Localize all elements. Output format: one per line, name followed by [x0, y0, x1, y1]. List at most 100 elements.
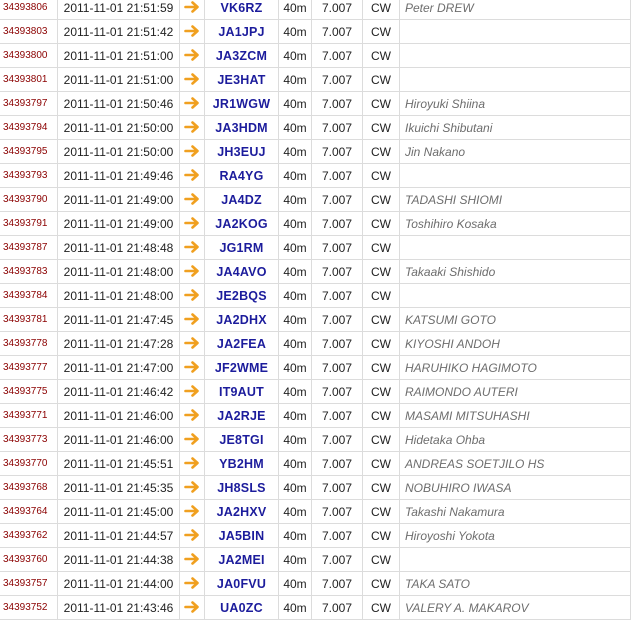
callsign-link[interactable]: JA2RJE [204, 403, 279, 428]
spot-id-link[interactable]: 34393794 [0, 115, 58, 140]
arrow-right-icon[interactable] [179, 67, 205, 92]
callsign-link[interactable]: JA2MEI [204, 547, 279, 572]
spot-id-link[interactable]: 34393783 [0, 259, 58, 284]
arrow-right-icon[interactable] [179, 331, 205, 356]
spot-id-link[interactable]: 34393795 [0, 139, 58, 164]
callsign-link[interactable]: YB2HM [204, 451, 279, 476]
table-row: 34393757 2011-11-01 21:44:00 JA0FVU 40m … [0, 571, 631, 596]
callsign-link[interactable]: JH8SLS [204, 475, 279, 500]
spot-id-link[interactable]: 34393768 [0, 475, 58, 500]
callsign-link[interactable]: JA1JPJ [204, 19, 279, 44]
spot-id-link[interactable]: 34393773 [0, 427, 58, 452]
callsign-link[interactable]: JA2DHX [204, 307, 279, 332]
spot-id-link[interactable]: 34393801 [0, 67, 58, 92]
spot-id-link[interactable]: 34393787 [0, 235, 58, 260]
arrow-right-icon[interactable] [179, 283, 205, 308]
callsign-link[interactable]: RA4YG [204, 163, 279, 188]
spot-id-link[interactable]: 34393752 [0, 595, 58, 620]
arrow-right-icon[interactable] [179, 19, 205, 44]
mode: CW [362, 163, 400, 188]
arrow-right-icon[interactable] [179, 115, 205, 140]
spot-id-link[interactable]: 34393778 [0, 331, 58, 356]
callsign-link[interactable]: JR1WGW [204, 91, 279, 116]
spot-id-link[interactable]: 34393760 [0, 547, 58, 572]
spot-id-link[interactable]: 34393793 [0, 163, 58, 188]
arrow-right-icon[interactable] [179, 547, 205, 572]
callsign-link[interactable]: JA2KOG [204, 211, 279, 236]
band: 40m [278, 523, 312, 548]
arrow-right-icon[interactable] [179, 571, 205, 596]
callsign-link[interactable]: JA4DZ [204, 187, 279, 212]
arrow-right-icon [184, 577, 199, 590]
arrow-right-icon [184, 193, 199, 206]
callsign-link[interactable]: JF2WME [204, 355, 279, 380]
callsign-link[interactable]: UA0ZC [204, 595, 279, 620]
spot-id-link[interactable]: 34393757 [0, 571, 58, 596]
arrow-right-icon[interactable] [179, 91, 205, 116]
arrow-right-icon[interactable] [179, 0, 205, 20]
callsign-link[interactable]: VK6RZ [204, 0, 279, 20]
arrow-right-icon[interactable] [179, 379, 205, 404]
callsign-link[interactable]: JA2FEA [204, 331, 279, 356]
spot-id-link[interactable]: 34393790 [0, 187, 58, 212]
spot-id-link[interactable]: 34393784 [0, 283, 58, 308]
mode: CW [362, 547, 400, 572]
frequency: 7.007 [311, 547, 363, 572]
spot-id-link[interactable]: 34393764 [0, 499, 58, 524]
callsign-link[interactable]: JE3HAT [204, 67, 279, 92]
spot-id-link[interactable]: 34393800 [0, 43, 58, 68]
callsign-link[interactable]: JA3ZCM [204, 43, 279, 68]
spot-id-link[interactable]: 34393762 [0, 523, 58, 548]
table-row: 34393764 2011-11-01 21:45:00 JA2HXV 40m … [0, 499, 631, 524]
callsign-link[interactable]: JG1RM [204, 235, 279, 260]
arrow-right-icon [184, 265, 199, 278]
band: 40m [278, 139, 312, 164]
spot-id-link[interactable]: 34393770 [0, 451, 58, 476]
arrow-right-icon[interactable] [179, 211, 205, 236]
arrow-right-icon[interactable] [179, 355, 205, 380]
table-row: 34393773 2011-11-01 21:46:00 JE8TGI 40m … [0, 427, 631, 452]
arrow-right-icon[interactable] [179, 403, 205, 428]
arrow-right-icon[interactable] [179, 307, 205, 332]
arrow-right-icon[interactable] [179, 451, 205, 476]
arrow-right-icon[interactable] [179, 187, 205, 212]
spot-id-link[interactable]: 34393791 [0, 211, 58, 236]
arrow-right-icon[interactable] [179, 139, 205, 164]
callsign-link[interactable]: JA3HDM [204, 115, 279, 140]
callsign-link[interactable]: IT9AUT [204, 379, 279, 404]
arrow-right-icon[interactable] [179, 427, 205, 452]
callsign-link[interactable]: JE2BQS [204, 283, 279, 308]
arrow-right-icon[interactable] [179, 43, 205, 68]
arrow-right-icon[interactable] [179, 235, 205, 260]
spot-time: 2011-11-01 21:49:00 [57, 187, 180, 212]
callsign-link[interactable]: JA4AVO [204, 259, 279, 284]
band: 40m [278, 307, 312, 332]
spot-time: 2011-11-01 21:51:42 [57, 19, 180, 44]
callsign-link[interactable]: JA5BIN [204, 523, 279, 548]
spot-id-link[interactable]: 34393771 [0, 403, 58, 428]
arrow-right-icon [184, 601, 199, 614]
spot-id-link[interactable]: 34393803 [0, 19, 58, 44]
arrow-right-icon[interactable] [179, 523, 205, 548]
arrow-right-icon[interactable] [179, 259, 205, 284]
callsign-link[interactable]: JA2HXV [204, 499, 279, 524]
arrow-right-icon [184, 481, 199, 494]
band: 40m [278, 283, 312, 308]
band: 40m [278, 43, 312, 68]
operator-name: Hiroyoshi Yokota [399, 523, 631, 548]
arrow-right-icon[interactable] [179, 475, 205, 500]
callsign-link[interactable]: JH3EUJ [204, 139, 279, 164]
callsign-link[interactable]: JE8TGI [204, 427, 279, 452]
spot-id-link[interactable]: 34393777 [0, 355, 58, 380]
spot-id-link[interactable]: 34393806 [0, 0, 58, 20]
spot-id-link[interactable]: 34393797 [0, 91, 58, 116]
spot-id-link[interactable]: 34393781 [0, 307, 58, 332]
arrow-right-icon [184, 217, 199, 230]
mode: CW [362, 307, 400, 332]
spot-id-link[interactable]: 34393775 [0, 379, 58, 404]
arrow-right-icon[interactable] [179, 595, 205, 620]
arrow-right-icon[interactable] [179, 499, 205, 524]
frequency: 7.007 [311, 19, 363, 44]
arrow-right-icon[interactable] [179, 163, 205, 188]
callsign-link[interactable]: JA0FVU [204, 571, 279, 596]
